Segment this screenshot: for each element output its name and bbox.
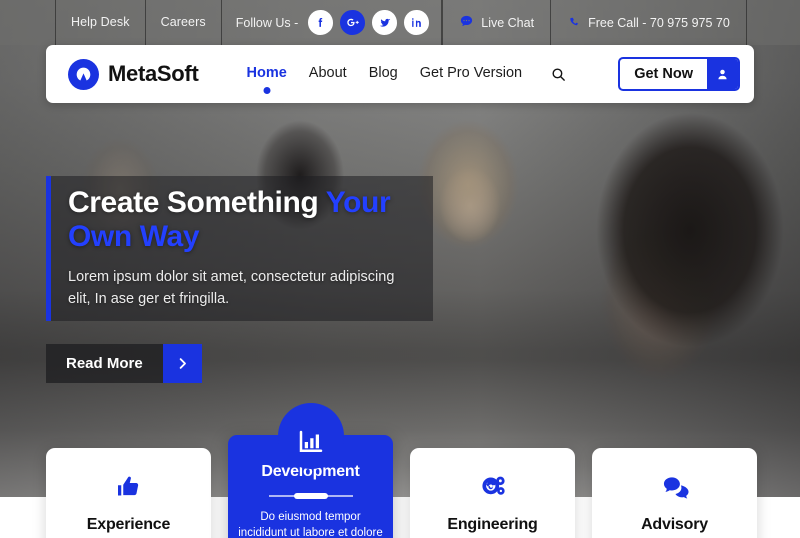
hero-subtitle: Lorem ipsum dolor sit amet, consectetur …	[68, 267, 488, 311]
service-card-development[interactable]: Development Do eiusmod tempor incididunt…	[228, 403, 393, 538]
service-card-engineering[interactable]: Engineering	[410, 448, 575, 538]
metasoft-logo-icon	[68, 58, 99, 90]
linkedin-icon[interactable]	[404, 10, 430, 35]
nav-link-about[interactable]: About	[309, 65, 347, 83]
nav-link-home[interactable]: Home	[246, 65, 287, 94]
service-card-experience[interactable]: Experience	[46, 448, 211, 538]
card-divider	[268, 493, 353, 499]
read-more-label: Read More	[66, 355, 143, 372]
get-now-button[interactable]: Get Now	[618, 57, 740, 91]
read-more-button[interactable]: Read More	[46, 344, 202, 383]
active-indicator-dot	[263, 87, 271, 94]
get-now-label: Get Now	[634, 66, 693, 82]
live-chat-label: Live Chat	[481, 15, 535, 30]
facebook-icon[interactable]	[308, 10, 334, 35]
service-card-body: Do eiusmod tempor incididunt ut labore e…	[238, 511, 383, 538]
service-cards: Experience Development Do eiusmod tempor…	[0, 403, 800, 538]
nav-links: Home About Blog Get Pro Version	[246, 65, 522, 94]
service-card-title: Experience	[86, 516, 171, 533]
twitter-icon[interactable]	[372, 10, 398, 35]
chat-icon	[459, 14, 474, 32]
chat-bubbles-icon	[659, 470, 691, 504]
hero-text-block: Create Something Your Own Way Lorem ipsu…	[68, 186, 488, 310]
hero-title-line1-highlight: Your	[325, 186, 391, 219]
thumbs-up-icon	[114, 470, 144, 504]
main-navigation-bar: MetaSoft Home About Blog Get Pro Version…	[46, 45, 754, 103]
free-call-label: Free Call - 70 975 975 70	[588, 15, 730, 30]
phone-icon	[567, 14, 581, 31]
brand-logo[interactable]: MetaSoft	[68, 58, 199, 90]
service-card-advisory[interactable]: Advisory	[592, 448, 757, 538]
top-utility-bar: Help Desk Careers Follow Us - Live Chat …	[0, 0, 800, 45]
nav-link-get-pro-version[interactable]: Get Pro Version	[420, 65, 522, 83]
hero-title: Create Something Your Own Way	[68, 186, 488, 254]
search-icon[interactable]	[550, 66, 567, 83]
hero-accent-bar	[46, 176, 51, 321]
hero-title-line2-highlight: Own Way	[68, 219, 200, 253]
service-card-title: Engineering	[447, 516, 538, 533]
service-card-title: Advisory	[641, 516, 708, 533]
google-plus-icon[interactable]	[340, 10, 366, 35]
nav-link-blog[interactable]: Blog	[369, 65, 398, 83]
follow-us-label: Follow Us -	[235, 15, 299, 30]
free-call-item[interactable]: Free Call - 70 975 975 70	[550, 0, 747, 45]
nav-link-home-label: Home	[246, 65, 287, 81]
top-link-careers[interactable]: Careers	[146, 0, 222, 45]
follow-us-group: Follow Us -	[222, 0, 443, 45]
top-link-help-desk[interactable]: Help Desk	[55, 0, 146, 45]
hero-subtitle-line2: elit, In ase ger et fringilla.	[68, 290, 230, 307]
top-utility-left: Help Desk Careers Follow Us -	[55, 0, 443, 45]
gears-icon	[477, 470, 509, 504]
brand-name: MetaSoft	[108, 61, 199, 86]
hero-title-line1-plain: Create Something	[68, 186, 326, 219]
hero-subtitle-line1: Lorem ipsum dolor sit amet, consectetur …	[68, 268, 395, 285]
bar-chart-icon	[277, 403, 344, 469]
user-icon	[707, 59, 738, 89]
live-chat-item[interactable]: Live Chat	[442, 0, 550, 45]
chevron-right-icon	[162, 344, 202, 383]
top-utility-right: Live Chat Free Call - 70 975 975 70	[442, 0, 800, 45]
page-root: Help Desk Careers Follow Us - Live Chat …	[0, 0, 800, 538]
